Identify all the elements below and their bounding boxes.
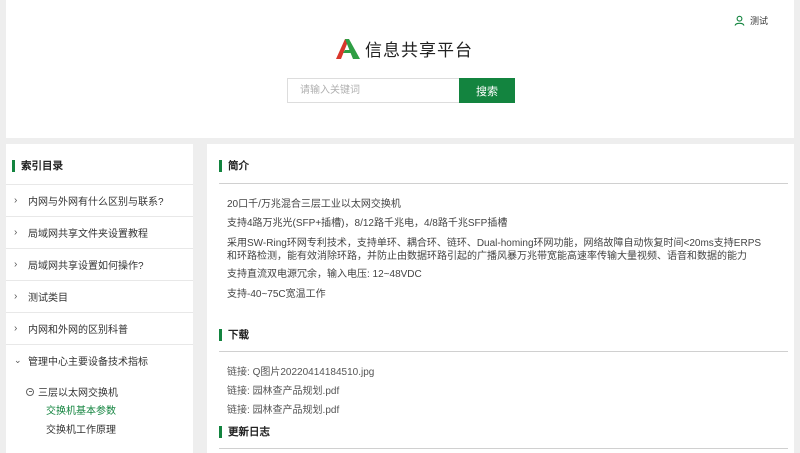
sidebar-item-label: 内网与外网有什么区别与联系? xyxy=(28,197,164,208)
intro-line: 和环路检测，能有效消除环路，并防止由数据环路引起的广播风暴万兆带宽能高速率传输大… xyxy=(227,251,747,262)
logo-icon xyxy=(336,38,360,59)
download-link[interactable]: 园林查产品规划.pdf xyxy=(253,386,340,397)
download-title-text: 下载 xyxy=(228,329,249,341)
title-accent-bar xyxy=(219,328,222,341)
chevron-right-icon: › xyxy=(14,323,18,334)
download-prefix: 链接: xyxy=(227,386,250,397)
sidebar-item-test-category[interactable]: › 测试类目 xyxy=(6,280,193,312)
subitem-label: 交换机基本参数 xyxy=(46,406,116,417)
subitem-label: 交换机工作原理 xyxy=(46,425,116,436)
search-button[interactable]: 搜索 xyxy=(459,78,515,103)
sidebar-subitem-switch-principle[interactable]: 交换机工作原理 xyxy=(46,421,116,436)
intro-section-title: 简介 xyxy=(219,158,249,173)
download-row: 链接: Q图片20220414184510.jpg xyxy=(227,363,374,378)
intro-line: 20口千/万兆混合三层工业以太网交换机 xyxy=(227,199,401,210)
changelog-section-title: 更新日志 xyxy=(219,424,270,439)
divider xyxy=(219,183,788,184)
header: 测试 信息共享平台 搜索 xyxy=(6,0,794,138)
sidebar-item-network-difference[interactable]: › 内网和外网的区别科普 xyxy=(6,312,193,344)
sidebar-subgroup-l3-switch[interactable]: 三层以太网交换机 xyxy=(26,384,118,399)
sidebar-item-intranet-vs-extranet[interactable]: › 内网与外网有什么区别与联系? xyxy=(6,184,193,216)
download-prefix: 链接: xyxy=(227,367,250,378)
collapse-icon xyxy=(26,387,34,396)
intro-line: 支持直流双电源冗余，输入电压: 12~48VDC xyxy=(227,269,422,280)
chevron-right-icon: › xyxy=(14,291,18,302)
chevron-right-icon: › xyxy=(14,227,18,238)
sidebar-item-equipment-specs[interactable]: ⌄ 管理中心主要设备技术指标 xyxy=(6,344,193,376)
chevron-down-icon: ⌄ xyxy=(14,355,22,365)
sidebar-item-lan-share-settings[interactable]: › 局域网共享设置如何操作? xyxy=(6,248,193,280)
chevron-right-icon: › xyxy=(14,195,18,206)
divider xyxy=(219,351,788,352)
user-name: 测试 xyxy=(749,16,768,26)
title-accent-bar xyxy=(219,159,222,172)
sidebar: 索引目录 › 内网与外网有什么区别与联系? › 局域网共享文件夹设置教程 › 局… xyxy=(6,144,193,453)
search-input[interactable] xyxy=(287,78,460,103)
chevron-right-icon: › xyxy=(14,259,18,270)
sidebar-item-label: 内网和外网的区别科普 xyxy=(28,325,128,336)
download-link[interactable]: 园林查产品规划.pdf xyxy=(253,405,340,416)
sidebar-title-text: 索引目录 xyxy=(21,160,63,172)
site-title: 信息共享平台 xyxy=(365,41,473,61)
download-section-title: 下载 xyxy=(219,327,249,342)
site-logo[interactable]: 信息共享平台 xyxy=(336,36,473,61)
subgroup-label: 三层以太网交换机 xyxy=(38,388,118,399)
sidebar-item-lan-share-folder[interactable]: › 局域网共享文件夹设置教程 xyxy=(6,216,193,248)
sidebar-item-label: 测试类目 xyxy=(28,293,68,304)
sidebar-item-label: 管理中心主要设备技术指标 xyxy=(28,357,148,368)
download-row: 链接: 园林查产品规划.pdf xyxy=(227,382,339,397)
sidebar-subitem-switch-params[interactable]: 交换机基本参数 xyxy=(46,402,116,417)
download-link[interactable]: Q图片20220414184510.jpg xyxy=(253,367,375,378)
title-accent-bar xyxy=(12,159,15,172)
sidebar-item-label: 局域网共享文件夹设置教程 xyxy=(28,229,148,240)
sidebar-title: 索引目录 xyxy=(12,158,63,173)
intro-line: 支持4路万兆光(SFP+插槽)，8/12路千兆电，4/8路千兆SFP插槽 xyxy=(227,218,508,229)
main-content: 简介 20口千/万兆混合三层工业以太网交换机 支持4路万兆光(SFP+插槽)，8… xyxy=(207,144,794,453)
user-icon xyxy=(734,15,745,26)
sidebar-item-label: 局域网共享设置如何操作? xyxy=(28,261,144,272)
download-row: 链接: 园林查产品规划.pdf xyxy=(227,401,339,416)
title-accent-bar xyxy=(219,425,222,438)
divider xyxy=(219,448,788,449)
intro-title-text: 简介 xyxy=(228,160,249,172)
intro-line: 支持-40~75C宽温工作 xyxy=(227,289,326,300)
download-prefix: 链接: xyxy=(227,405,250,416)
user-menu[interactable]: 测试 xyxy=(734,14,768,27)
changelog-title-text: 更新日志 xyxy=(228,426,270,438)
